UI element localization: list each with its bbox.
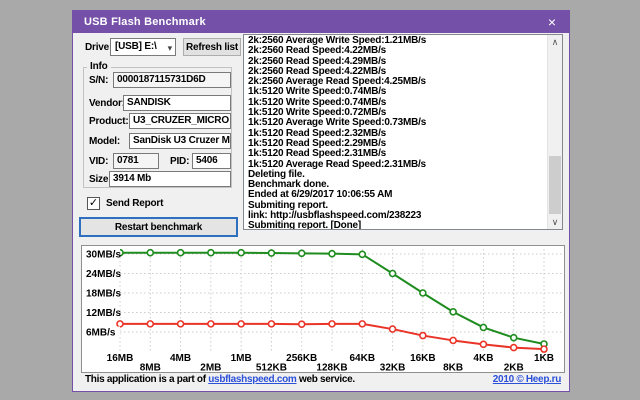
- status-suffix: web service.: [297, 374, 355, 385]
- svg-text:512KB: 512KB: [256, 363, 287, 373]
- drive-select-value: [USB] E:\: [115, 41, 157, 52]
- drive-select[interactable]: [USB] E:\ ▾: [110, 38, 176, 56]
- svg-text:2MB: 2MB: [200, 363, 221, 373]
- status-text: This application is a part of usbflashsp…: [85, 374, 355, 385]
- svg-text:6MB/s: 6MB/s: [86, 328, 116, 339]
- log-lines: 2k:2560 Average Write Speed:1.21MB/s2k:2…: [244, 36, 546, 229]
- app-window: USB Flash Benchmark × Drive: [USB] E:\ ▾…: [72, 10, 570, 392]
- product-label: Product:: [89, 116, 129, 127]
- checkmark-icon: ✓: [89, 197, 98, 209]
- size-field[interactable]: 3914 Mb: [109, 171, 231, 187]
- refresh-list-button[interactable]: Refresh list: [183, 38, 241, 56]
- usbflashspeed-link[interactable]: usbflashspeed.com: [208, 374, 296, 385]
- pid-field[interactable]: 5406: [192, 153, 231, 169]
- speed-chart: 30MB/s 24MB/s 18MB/s 12MB/s 6MB/s 16MB 8MB 4MB 2…: [81, 245, 565, 373]
- send-report-checkbox[interactable]: ✓: [87, 197, 100, 210]
- svg-text:16MB: 16MB: [107, 353, 134, 364]
- svg-text:30MB/s: 30MB/s: [86, 250, 121, 261]
- vid-label: VID:: [89, 156, 108, 167]
- svg-text:8MB: 8MB: [140, 363, 161, 373]
- vendor-label: Vendor:: [89, 98, 125, 109]
- model-label: Model:: [89, 136, 120, 147]
- scroll-down-icon[interactable]: ∨: [548, 215, 562, 229]
- status-prefix: This application is a part of: [85, 374, 208, 385]
- window-title: USB Flash Benchmark: [73, 16, 206, 28]
- log-line: Submiting report. [Done]: [248, 221, 546, 229]
- copyright-link[interactable]: 2010 © Heep.ru: [493, 374, 561, 385]
- close-icon[interactable]: ×: [535, 11, 569, 33]
- svg-text:8KB: 8KB: [443, 363, 463, 373]
- svg-text:2KB: 2KB: [504, 363, 524, 373]
- svg-text:1KB: 1KB: [534, 353, 554, 364]
- svg-text:12MB/s: 12MB/s: [86, 308, 121, 319]
- svg-text:32KB: 32KB: [380, 363, 406, 373]
- restart-benchmark-label: Restart benchmark: [115, 222, 202, 233]
- desktop: { "window": { "title": "USB Flash Benchm…: [0, 0, 640, 400]
- drive-label: Drive:: [85, 42, 112, 53]
- product-field[interactable]: U3_CRUZER_MICRO: [129, 113, 231, 129]
- svg-text:4KB: 4KB: [473, 353, 493, 364]
- benchmark-chart-svg: 30MB/s 24MB/s 18MB/s 12MB/s 6MB/s 16MB 8MB 4MB 2…: [82, 246, 564, 372]
- svg-text:1MB: 1MB: [231, 353, 252, 364]
- svg-text:128KB: 128KB: [316, 363, 347, 373]
- svg-text:256KB: 256KB: [286, 353, 317, 364]
- benchmark-log[interactable]: 2k:2560 Average Write Speed:1.21MB/s2k:2…: [243, 34, 563, 230]
- status-bar: This application is a part of usbflashsp…: [73, 374, 569, 388]
- vendor-field[interactable]: SANDISK: [123, 95, 231, 111]
- svg-text:4MB: 4MB: [170, 353, 191, 364]
- svg-text:24MB/s: 24MB/s: [86, 269, 121, 280]
- sn-label: S/N:: [89, 75, 108, 86]
- model-field[interactable]: SanDisk U3 Cruzer Micro: [129, 133, 231, 149]
- log-scrollbar[interactable]: ∧ ∨: [547, 35, 562, 229]
- restart-benchmark-button[interactable]: Restart benchmark: [79, 217, 238, 237]
- pid-label: PID:: [170, 156, 189, 167]
- svg-text:64KB: 64KB: [349, 353, 375, 364]
- info-group-label: Info: [87, 61, 111, 72]
- sn-field[interactable]: 0000187115731D6D: [113, 72, 231, 88]
- svg-text:16KB: 16KB: [410, 353, 436, 364]
- scrollbar-thumb[interactable]: [549, 156, 561, 214]
- vid-field[interactable]: 0781: [113, 153, 159, 169]
- size-label: Size:: [89, 174, 111, 185]
- refresh-list-label: Refresh list: [186, 42, 238, 53]
- svg-text:18MB/s: 18MB/s: [86, 289, 121, 300]
- send-report-label: Send Report: [106, 198, 163, 209]
- title-bar[interactable]: USB Flash Benchmark ×: [73, 11, 569, 33]
- chevron-down-icon: ▾: [168, 40, 172, 56]
- scroll-up-icon[interactable]: ∧: [548, 35, 562, 49]
